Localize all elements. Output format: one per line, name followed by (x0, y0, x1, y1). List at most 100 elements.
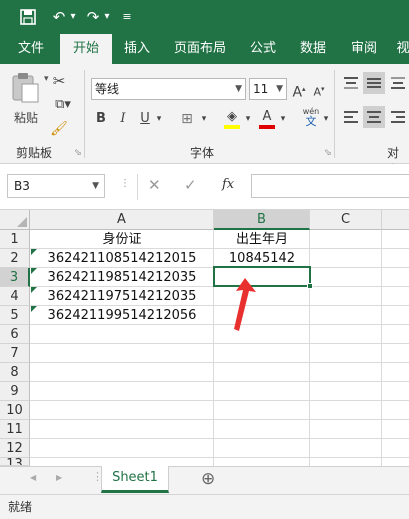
gridline (30, 362, 409, 363)
paste-button[interactable]: 粘贴 (10, 72, 42, 128)
underline-button[interactable]: U (137, 108, 153, 130)
row-header-9[interactable]: 9 (0, 382, 30, 401)
cell-a3[interactable]: 362421198514212035 (30, 268, 214, 287)
group-divider (84, 70, 85, 158)
borders-dropdown-icon[interactable]: ▾ (199, 108, 209, 130)
row-header-3[interactable]: 3 (0, 268, 30, 287)
align-bottom-icon[interactable] (390, 76, 408, 92)
tab-review[interactable]: 审阅 (341, 34, 387, 64)
clipboard-group-label: 剪贴板 (16, 146, 53, 160)
add-sheet-icon[interactable]: ⊕ (201, 469, 215, 489)
increase-font-icon: A (292, 84, 303, 101)
paste-icon (12, 73, 39, 103)
customize-toolbar-icon[interactable]: ≡ (120, 6, 134, 28)
scroll-sheets-left-icon[interactable]: ◀ (30, 473, 36, 482)
align-top-icon[interactable] (343, 76, 361, 92)
cell-a4[interactable]: 362421197514212035 (30, 287, 214, 306)
increase-font-size-button[interactable]: A▴ (290, 78, 308, 101)
tab-view[interactable]: 视 (393, 34, 409, 64)
sheet-tab-sheet1[interactable]: Sheet1 (101, 466, 169, 493)
select-all-corner[interactable] (0, 210, 30, 230)
tab-data[interactable]: 数据 (290, 34, 336, 64)
confirm-icon[interactable]: ✓ (184, 176, 197, 194)
name-box[interactable]: B3 ▼ (7, 174, 105, 198)
cell-a2[interactable]: 362421108514212015 (30, 249, 214, 268)
row-header-13[interactable]: 13 (0, 458, 30, 466)
column-header-d[interactable] (382, 210, 409, 230)
font-name-value: 等线 (95, 82, 120, 96)
align-middle-icon[interactable] (363, 72, 385, 94)
font-size-select[interactable]: 11 ▼ (249, 78, 287, 100)
bold-button[interactable]: B (93, 108, 109, 130)
scroll-sheets-right-icon[interactable]: ▶ (56, 473, 62, 482)
gridline (30, 438, 409, 439)
formula-bar-grip-icon: ⋮ (120, 178, 130, 189)
gridline (30, 457, 409, 458)
undo-icon[interactable]: ↶ (50, 6, 68, 28)
cell-b1[interactable]: 出生年月 (214, 230, 310, 249)
insert-function-icon[interactable]: fx (222, 177, 234, 192)
formula-bar: B3 ▼ ⋮ ✕ ✓ fx (0, 164, 409, 210)
row-header-10[interactable]: 10 (0, 401, 30, 420)
undo-dropdown-icon[interactable]: ▾ (68, 6, 78, 28)
copy-icon[interactable]: ⧉▾ (48, 94, 78, 116)
font-color-swatch (259, 125, 275, 129)
font-color-icon: A (262, 109, 272, 124)
tab-formulas[interactable]: 公式 (240, 34, 286, 64)
underline-dropdown-icon[interactable]: ▾ (154, 108, 164, 130)
column-header-c[interactable]: C (310, 210, 382, 230)
row-header-6[interactable]: 6 (0, 325, 30, 344)
font-color-dropdown-icon[interactable]: ▾ (278, 108, 288, 130)
gridline (30, 419, 409, 420)
column-header-b[interactable]: B (214, 210, 310, 230)
phonetic-button[interactable]: wén 文 (300, 107, 322, 127)
cut-icon[interactable]: ✂ (48, 70, 70, 92)
save-icon[interactable] (16, 6, 40, 28)
cell-a5[interactable]: 362421199514212056 (30, 306, 214, 325)
chevron-down-icon: ▼ (235, 84, 242, 94)
column-header-a[interactable]: A (30, 210, 214, 230)
select-all-icon (17, 217, 27, 227)
row-header-4[interactable]: 4 (0, 287, 30, 306)
fill-handle[interactable] (307, 283, 313, 289)
font-name-select[interactable]: 等线 ▼ (91, 78, 246, 100)
cancel-icon[interactable]: ✕ (148, 176, 161, 194)
format-painter-icon[interactable]: 🖌 (48, 118, 70, 140)
tab-home[interactable]: 开始 (60, 34, 112, 64)
status-bar: 就绪 (0, 494, 409, 519)
decrease-font-size-button[interactable]: A▾ (310, 78, 328, 100)
row-header-1[interactable]: 1 (0, 230, 30, 249)
font-color-button[interactable]: A (257, 106, 277, 130)
italic-button[interactable]: I (115, 108, 131, 130)
fill-color-swatch (224, 125, 240, 129)
row-header-8[interactable]: 8 (0, 363, 30, 382)
phonetic-dropdown-icon[interactable]: ▾ (321, 108, 331, 130)
row-header-2[interactable]: 2 (0, 249, 30, 268)
tab-insert[interactable]: 插入 (114, 34, 160, 64)
fill-color-dropdown-icon[interactable]: ▾ (243, 108, 253, 130)
align-left-icon[interactable] (343, 110, 361, 126)
fill-color-button[interactable]: ◈ (222, 106, 242, 130)
ribbon: 粘贴 ▾ ✂ ⧉▾ 🖌 剪贴板 ⬂ 等线 ▼ 11 ▼ A▴ A▾ B I U … (0, 64, 409, 177)
tab-page-layout[interactable]: 页面布局 (166, 34, 234, 64)
align-right-icon[interactable] (390, 110, 408, 126)
row-header-12[interactable]: 12 (0, 439, 30, 458)
ribbon-tabs: 文件 开始 插入 页面布局 公式 数据 审阅 视 (0, 34, 409, 64)
align-center-icon[interactable] (363, 106, 385, 128)
tab-file[interactable]: 文件 (8, 34, 54, 64)
redo-icon[interactable]: ↷ (84, 6, 102, 28)
name-box-value: B3 (14, 179, 30, 193)
font-launcher-icon[interactable]: ⬂ (324, 148, 332, 158)
borders-icon[interactable]: ⊞ (176, 108, 198, 130)
formula-input[interactable] (251, 174, 409, 198)
row-header-5[interactable]: 5 (0, 306, 30, 325)
cell-a1[interactable]: 身份证 (30, 230, 214, 249)
clipboard-launcher-icon[interactable]: ⬂ (74, 148, 82, 158)
row-header-11[interactable]: 11 (0, 420, 30, 439)
redo-dropdown-icon[interactable]: ▾ (102, 6, 112, 28)
row-header-7[interactable]: 7 (0, 344, 30, 363)
chevron-down-icon: ▼ (276, 84, 283, 94)
quick-access-toolbar: ↶ ▾ ↷ ▾ ≡ (0, 0, 409, 34)
phonetic-bottom: 文 (305, 115, 317, 128)
gridline (381, 230, 382, 466)
